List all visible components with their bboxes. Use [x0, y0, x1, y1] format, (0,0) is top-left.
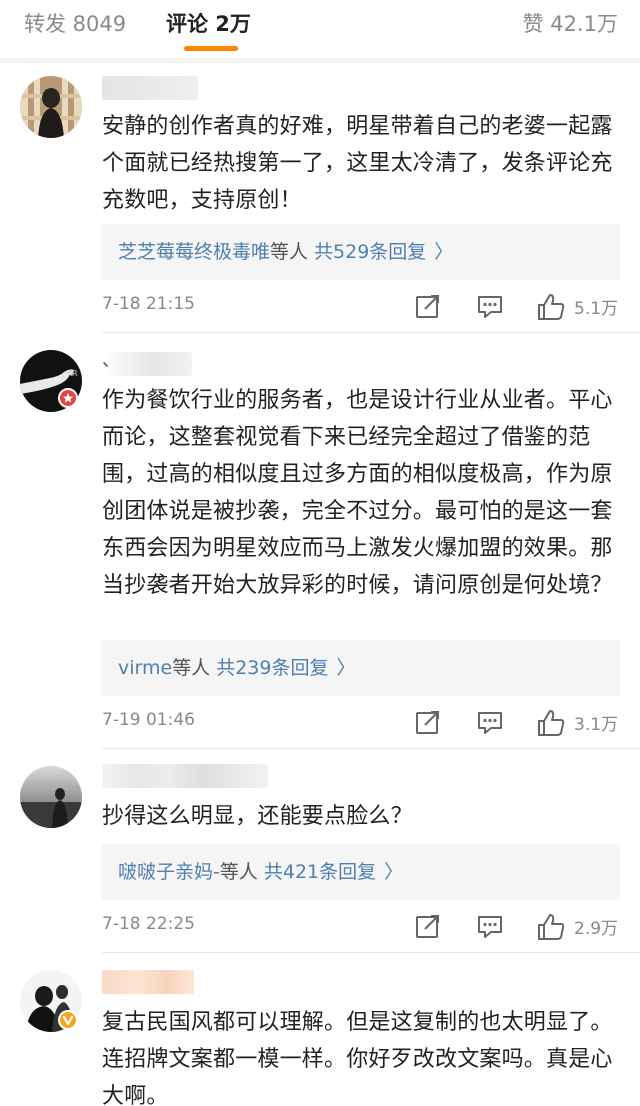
chevron-right-icon: 〉 [336, 657, 356, 679]
comment-text: 复古民国风都可以理解。但是这复制的也太明显了。连招牌文案都一模一样。你好歹改改文… [102, 1010, 613, 1106]
avatar[interactable] [20, 766, 82, 828]
reply-et-label: 等人 [219, 861, 258, 883]
username-blurred[interactable] [102, 764, 268, 788]
repost-icon[interactable] [414, 912, 444, 942]
timestamp: 7-19 01:46 [102, 710, 195, 730]
username-blurred[interactable] [102, 970, 194, 994]
like-icon[interactable] [536, 912, 566, 942]
timestamp: 7-18 21:15 [102, 294, 195, 314]
vip-badge-icon [58, 388, 78, 408]
avatar-image [20, 76, 82, 138]
repost-icon[interactable] [414, 708, 444, 738]
comment-text: 作为餐饮行业的服务者，也是设计行业从业者。平心而论，这整套视觉看下来已经完全超过… [102, 388, 613, 598]
reply-usernames[interactable]: 啵啵子亲妈- [118, 861, 220, 883]
svg-text:R: R [72, 369, 78, 378]
active-tab-indicator [184, 46, 238, 51]
comment-text: 抄得这么明显，还能要点脸么？ [102, 804, 413, 829]
verified-badge-icon [58, 1010, 78, 1030]
comment-tabs: 转发 8049 评论 2万 赞 42.1万 [0, 0, 640, 63]
replies-summary[interactable]: 芝芝莓莓终极毒唯等人 共529条回复〉 [102, 224, 620, 280]
like-icon[interactable] [536, 708, 566, 738]
reply-count[interactable]: 共529条回复 [314, 241, 426, 263]
reply-usernames[interactable]: virme [118, 657, 172, 679]
chevron-right-icon: 〉 [434, 241, 454, 263]
chevron-right-icon: 〉 [384, 861, 404, 883]
tab-repost[interactable]: 转发 8049 [24, 8, 126, 38]
comment-divider [102, 748, 640, 749]
comment-divider [102, 332, 640, 333]
reply-usernames[interactable]: 芝芝莓莓终极毒唯 [118, 241, 270, 263]
repost-icon[interactable] [414, 292, 444, 322]
comment-divider [102, 952, 640, 953]
reply-et-label: 等人 [172, 657, 211, 679]
like-count: 5.1万 [574, 299, 619, 319]
username-fragment: 、 [102, 350, 120, 371]
replies-summary[interactable]: 啵啵子亲妈-等人 共421条回复〉 [102, 844, 620, 900]
like-count: 2.9万 [574, 919, 619, 939]
comment-meta: 7-18 21:15 5.1万 [102, 292, 620, 322]
like-count: 3.1万 [574, 715, 619, 735]
comment-text: 安静的创作者真的好难，明星带着自己的老婆一起露个面就已经热搜第一了，这里太冷清了… [102, 114, 613, 213]
username-blurred[interactable]: 、 [102, 350, 192, 376]
like-icon[interactable] [536, 292, 566, 322]
reply-count[interactable]: 共239条回复 [216, 657, 328, 679]
comment-icon[interactable] [476, 292, 506, 322]
comment-meta: 7-19 01:46 3.1万 [102, 708, 620, 738]
replies-summary[interactable]: virme等人 共239条回复〉 [102, 640, 620, 696]
username-blurred[interactable] [102, 76, 198, 100]
tab-likes[interactable]: 赞 42.1万 [523, 8, 618, 38]
reply-count[interactable]: 共421条回复 [264, 861, 376, 883]
timestamp: 7-18 22:25 [102, 914, 195, 934]
comment-meta: 7-18 22:25 2.9万 [102, 912, 620, 942]
avatar-image [20, 766, 82, 828]
avatar[interactable] [20, 76, 82, 138]
reply-et-label: 等人 [270, 241, 309, 263]
comment-icon[interactable] [476, 912, 506, 942]
comment-icon[interactable] [476, 708, 506, 738]
tabs-divider [0, 58, 640, 63]
tab-comments[interactable]: 评论 2万 [166, 8, 251, 38]
